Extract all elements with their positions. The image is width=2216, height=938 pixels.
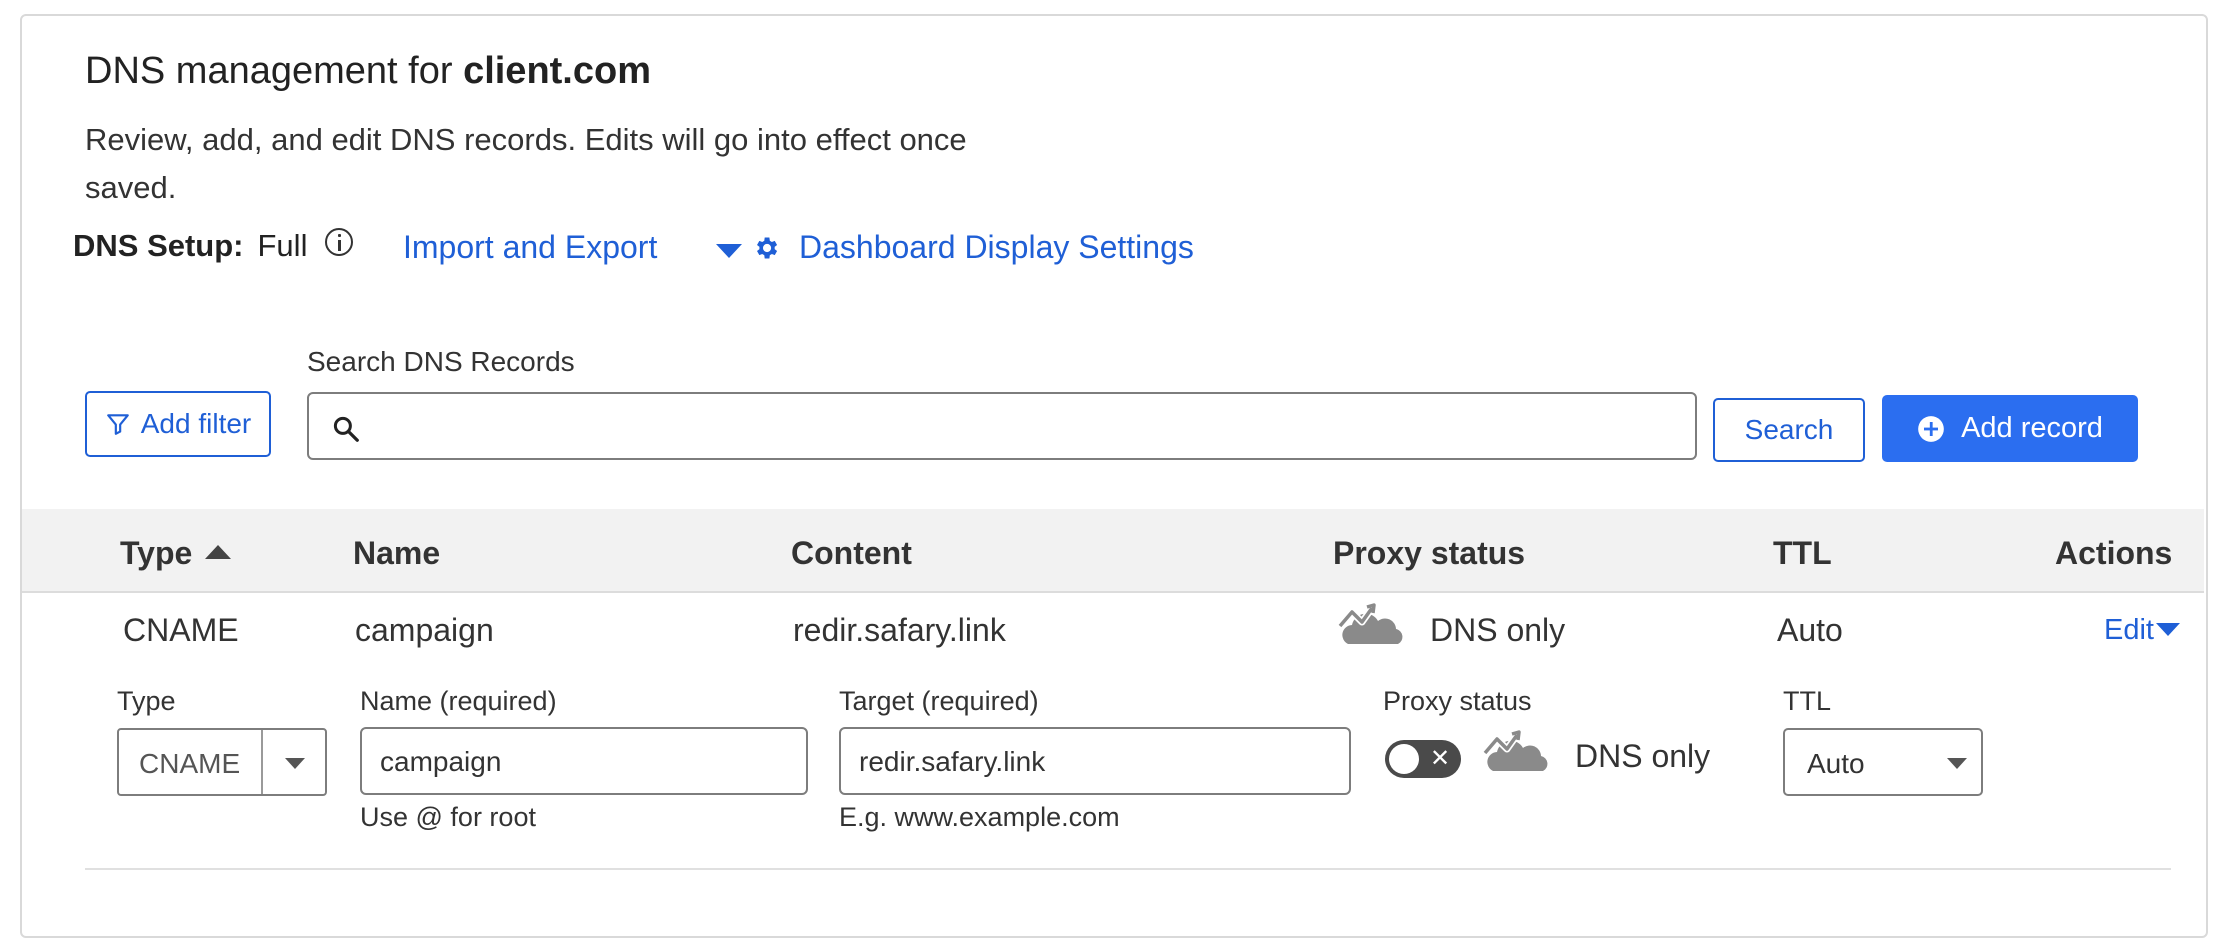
target-hint: E.g. www.example.com: [839, 802, 1120, 832]
target-input[interactable]: [857, 737, 1336, 787]
column-header-name[interactable]: Name: [353, 535, 440, 572]
target-field[interactable]: [839, 727, 1351, 795]
search-label: Search DNS Records: [307, 346, 575, 377]
record-name: campaign: [355, 612, 494, 648]
add-record-label: Add record: [1961, 412, 2103, 444]
type-select-value: CNAME: [139, 748, 241, 779]
import-export-dropdown[interactable]: Import and Export: [403, 229, 657, 266]
column-header-ttl[interactable]: TTL: [1773, 535, 1832, 572]
form-divider: [85, 868, 2171, 870]
name-hint: Use @ for root: [360, 802, 536, 832]
dns-setup-label: DNS Setup:: [73, 228, 244, 263]
column-header-actions: Actions: [2055, 535, 2173, 571]
page-title: DNS management for client.com: [85, 50, 652, 92]
record-proxy-status: DNS only: [1430, 612, 1566, 648]
dashboard-display-settings-link[interactable]: Dashboard Display Settings: [799, 229, 1194, 266]
proxy-status-field-label: Proxy status: [1383, 686, 1532, 716]
filter-icon: [106, 414, 129, 435]
cloud-dns-only-icon: [1483, 730, 1548, 771]
chevron-down-icon[interactable]: [1947, 758, 1967, 769]
dns-setup-value: Full: [257, 228, 308, 263]
target-field-label: Target (required): [839, 686, 1039, 716]
ttl-select[interactable]: Auto: [1783, 728, 1983, 796]
proxy-toggle[interactable]: ✕: [1385, 740, 1461, 778]
search-input[interactable]: [369, 402, 1683, 452]
caret-down-icon[interactable]: [2156, 623, 2180, 636]
chevron-down-icon[interactable]: [285, 758, 305, 769]
sort-up-icon[interactable]: [205, 545, 231, 559]
name-field-label: Name (required): [360, 686, 557, 716]
search-field[interactable]: [307, 392, 1697, 460]
page-description: Review, add, and edit DNS records. Edits…: [85, 122, 967, 205]
record-ttl: Auto: [1777, 612, 1843, 648]
proxy-status-value: DNS only: [1575, 738, 1711, 774]
search-button[interactable]: Search: [1713, 398, 1865, 462]
gear-icon[interactable]: [752, 234, 780, 262]
caret-down-icon[interactable]: [716, 244, 742, 258]
type-select-divider: [261, 730, 263, 794]
table-header: [22, 509, 2204, 593]
add-record-button[interactable]: Add record: [1882, 395, 2138, 462]
cloud-dns-only-icon: [1338, 603, 1403, 644]
search-icon: [333, 416, 359, 442]
record-content: redir.safary.link: [793, 612, 1006, 648]
close-icon: ✕: [1430, 745, 1451, 772]
name-input[interactable]: [378, 737, 792, 787]
name-field[interactable]: [360, 727, 808, 795]
type-field-label: Type: [117, 686, 176, 716]
type-select[interactable]: CNAME: [117, 728, 327, 796]
ttl-select-value: Auto: [1807, 748, 1865, 779]
ttl-field-label: TTL: [1783, 686, 1832, 716]
domain-name: client.com: [463, 50, 652, 92]
dns-setup: DNS Setup: Full: [73, 228, 307, 264]
column-header-type[interactable]: Type: [120, 535, 192, 572]
column-header-content[interactable]: Content: [791, 535, 912, 572]
edit-record-button[interactable]: Edit: [2104, 614, 2154, 647]
proxy-toggle-knob: [1389, 744, 1419, 774]
add-filter-label: Add filter: [140, 408, 252, 439]
plus-circle-icon: [1918, 415, 1944, 442]
info-icon[interactable]: [325, 228, 353, 256]
record-type: CNAME: [123, 612, 239, 648]
add-filter-button[interactable]: Add filter: [85, 391, 271, 457]
column-header-proxy-status[interactable]: Proxy status: [1333, 535, 1525, 572]
